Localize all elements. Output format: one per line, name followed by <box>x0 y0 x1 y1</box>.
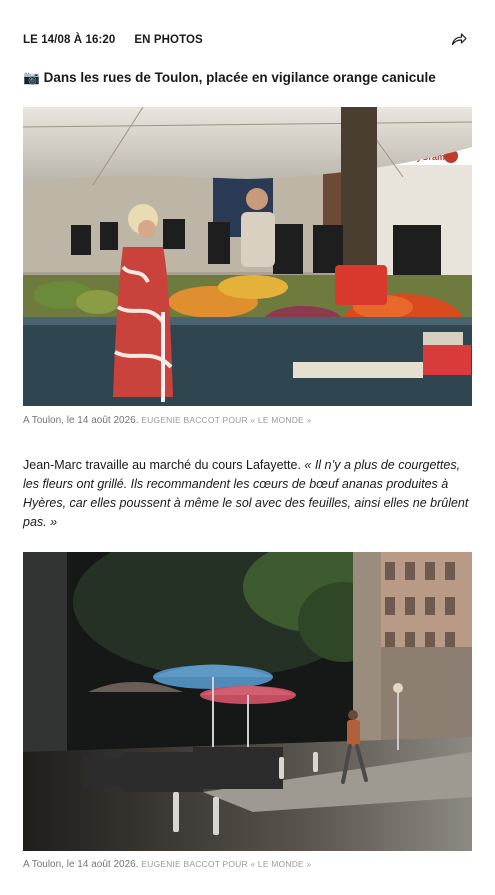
article-headline: 📷 Dans les rues de Toulon, placée en vig… <box>23 68 473 88</box>
photo-caption: A Toulon, le 14 août 2026. EUGENIE BACCO… <box>23 413 473 428</box>
caption-place-date: A Toulon, le 14 août 2026. <box>23 415 139 426</box>
article-paragraph: Jean-Marc travaille au marché du cours L… <box>23 456 473 532</box>
section-label: EN PHOTOS <box>134 34 203 46</box>
share-arrow-icon <box>451 33 467 46</box>
square-photo-illustration <box>23 552 472 851</box>
market-photo-illustration: MoneyGram <box>23 107 472 406</box>
market-stall-photo[interactable]: MoneyGram <box>23 107 472 406</box>
caption-credit: EUGENIE BACCOT POUR « LE MONDE » <box>141 415 312 425</box>
headline-text: Dans les rues de Toulon, placée en vigil… <box>43 70 436 85</box>
shaded-square-photo[interactable] <box>23 552 472 851</box>
caption-credit: EUGENIE BACCOT POUR « LE MONDE » <box>141 859 312 869</box>
camera-icon: 📷 <box>23 70 40 85</box>
share-button[interactable] <box>451 31 467 47</box>
article-meta-bar: LE 14/08 À 16:20 EN PHOTOS <box>23 31 473 49</box>
paragraph-intro: Jean-Marc travaille au marché du cours L… <box>23 458 305 472</box>
timestamp: LE 14/08 À 16:20 <box>23 34 116 46</box>
photo-caption: A Toulon, le 14 août 2026. EUGENIE BACCO… <box>23 857 473 872</box>
caption-place-date: A Toulon, le 14 août 2026. <box>23 859 139 870</box>
